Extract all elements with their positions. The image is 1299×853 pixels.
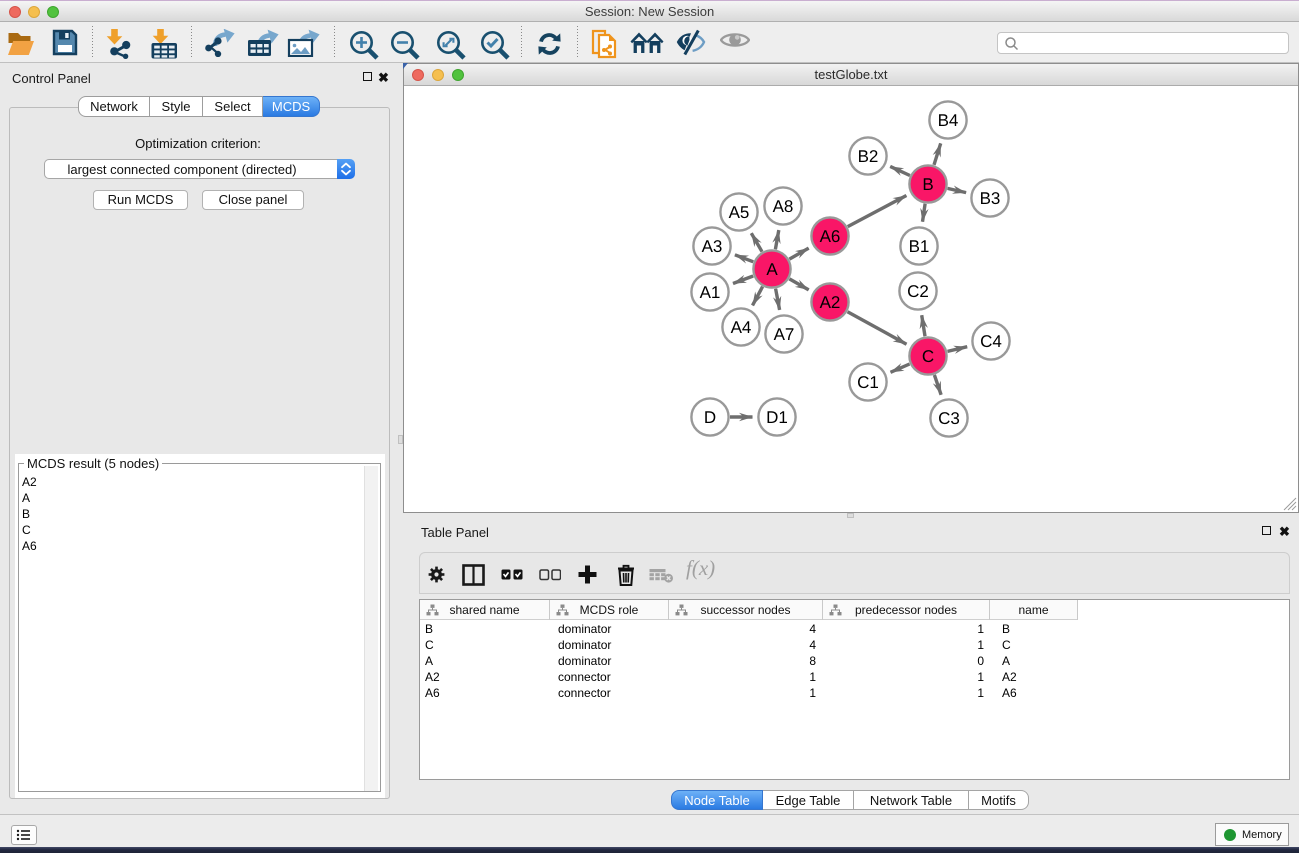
svg-text:A6: A6 [820, 227, 841, 246]
svg-text:D1: D1 [766, 408, 788, 427]
svg-text:A5: A5 [729, 203, 750, 222]
svg-text:A8: A8 [773, 197, 794, 216]
svg-text:A7: A7 [774, 325, 795, 344]
svg-text:A: A [766, 260, 778, 279]
svg-text:A3: A3 [702, 237, 723, 256]
svg-text:A2: A2 [820, 293, 841, 312]
svg-text:B3: B3 [980, 189, 1001, 208]
svg-text:A4: A4 [731, 318, 752, 337]
svg-text:B1: B1 [909, 237, 930, 256]
svg-text:B4: B4 [938, 111, 959, 130]
svg-text:C4: C4 [980, 332, 1002, 351]
svg-text:D: D [704, 408, 716, 427]
svg-text:C3: C3 [938, 409, 960, 428]
svg-text:A1: A1 [700, 283, 721, 302]
svg-text:C2: C2 [907, 282, 929, 301]
svg-text:B: B [922, 175, 933, 194]
svg-text:C: C [922, 347, 934, 366]
svg-text:B2: B2 [858, 147, 879, 166]
svg-text:C1: C1 [857, 373, 879, 392]
